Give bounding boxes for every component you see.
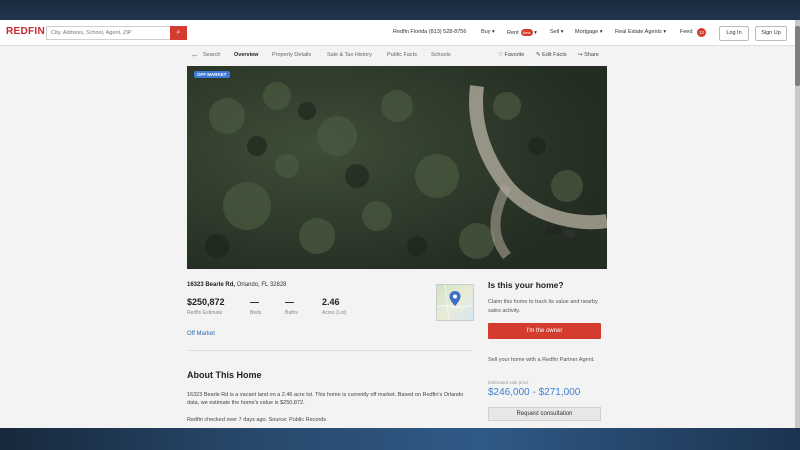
owner-panel-text: Claim this home to track its value and n… [488,299,598,314]
tab-property-details[interactable]: Property Details [272,52,311,58]
monitor-frame-bottom [0,428,800,450]
tab-back-search[interactable]: Search [203,52,220,58]
nav-sell-label: Sell [550,29,560,35]
tab-schools[interactable]: Schools [431,52,451,58]
nav-rent-label: Rent [507,30,519,36]
edit-facts-label: Edit Facts [542,52,567,58]
favorite-label: Favorite [504,52,525,58]
signup-button[interactable]: Sign Up [755,26,787,41]
chevron-down-icon: ▾ [492,29,495,35]
search-button[interactable]: ⌕ [170,26,187,40]
heart-icon: ♡ [498,52,503,58]
new-badge: New [520,29,533,36]
map-thumbnail[interactable] [436,284,474,321]
off-market-link[interactable]: Off Market [187,331,215,337]
login-button[interactable]: Log In [719,26,749,41]
browser-viewport: REDFIN ⌕ Redfin Florida (813) 528-8756 B… [0,20,795,428]
im-the-owner-button[interactable]: I'm the owner [488,323,601,339]
search-input[interactable] [46,26,170,40]
about-text: 16323 Bearle Rd is a vacant land on a 2.… [187,392,464,406]
nav-rent[interactable]: Rent New ▾ [507,29,537,36]
aerial-photo-image [187,66,607,269]
nav-mortgage-label: Mortgage [575,29,599,35]
nav-sell[interactable]: Sell ▾ [550,29,563,35]
aerial-photo[interactable]: OFF MARKET [187,66,607,269]
property-address: 16323 Bearle Rd, Orlando, FL 32828 [187,282,287,288]
owner-panel-title: Is this your home? [488,280,564,290]
nav-agents-label: Real Estate Agents [615,29,662,35]
map-pin-icon [436,284,474,321]
nav-feed[interactable]: Feed [680,29,693,35]
pencil-icon: ✎ [536,52,541,58]
beds-value: — [250,297,259,307]
search-icon: ⌕ [176,29,181,36]
baths-label: Baths [285,310,298,316]
estimated-sale-label: Estimated sale price [488,380,529,385]
acres-value: 2.46 [322,297,340,307]
feed-count-badge: 12 [697,28,706,37]
nav-mortgage[interactable]: Mortgage ▾ [575,29,603,35]
tab-overview[interactable]: Overview [234,52,258,58]
chevron-down-icon: ▾ [663,29,667,35]
back-arrow-icon[interactable]: ← [191,50,199,59]
edit-facts-button[interactable]: ✎ Edit Facts [536,52,567,58]
favorite-button[interactable]: ♡ Favorite [498,52,524,58]
section-divider [187,350,472,351]
nav-buy[interactable]: Buy ▾ [481,29,495,35]
share-label: Share [584,52,599,58]
acres-label: Acres (Lot) [322,310,347,316]
share-icon: ↪ [578,52,583,58]
scrollbar-thumb[interactable] [795,26,800,86]
share-button[interactable]: ↪ Share [578,52,599,58]
address-street: 16323 Bearle Rd, [187,282,236,288]
sell-with-agent-text: Sell your home with a Redfin Partner Age… [488,357,595,363]
phone-number[interactable]: Redfin Florida (813) 528-8756 [393,29,466,35]
beds-label: Beds [250,310,262,316]
off-market-badge: OFF MARKET [194,71,230,78]
nav-buy-label: Buy [481,29,491,35]
monitor-frame-top [0,0,800,20]
nav-agents[interactable]: Real Estate Agents ▾ [615,29,666,35]
request-consultation-button[interactable]: Request consultation [488,407,601,421]
price-label: Redfin Estimate [187,310,223,316]
redfin-logo[interactable]: REDFIN [6,26,45,37]
baths-value: — [285,297,294,307]
site-header: REDFIN ⌕ Redfin Florida (813) 528-8756 B… [0,20,795,46]
about-title: About This Home [187,370,262,380]
chevron-down-icon: ▾ [560,29,564,35]
page-scrollbar[interactable] [795,20,800,428]
chevron-down-icon: ▾ [534,30,537,36]
estimated-sale-range: $246,000 - $271,000 [488,387,581,398]
chevron-down-icon: ▾ [599,29,603,35]
address-city: Orlando, FL 32828 [236,282,287,288]
price-value: $250,872 [187,297,225,307]
tab-public-facts[interactable]: Public Facts [387,52,417,58]
tab-sale-tax-history[interactable]: Sale & Tax History [327,52,372,58]
about-source: Redfin checked over 7 days ago. Source: … [187,417,327,423]
